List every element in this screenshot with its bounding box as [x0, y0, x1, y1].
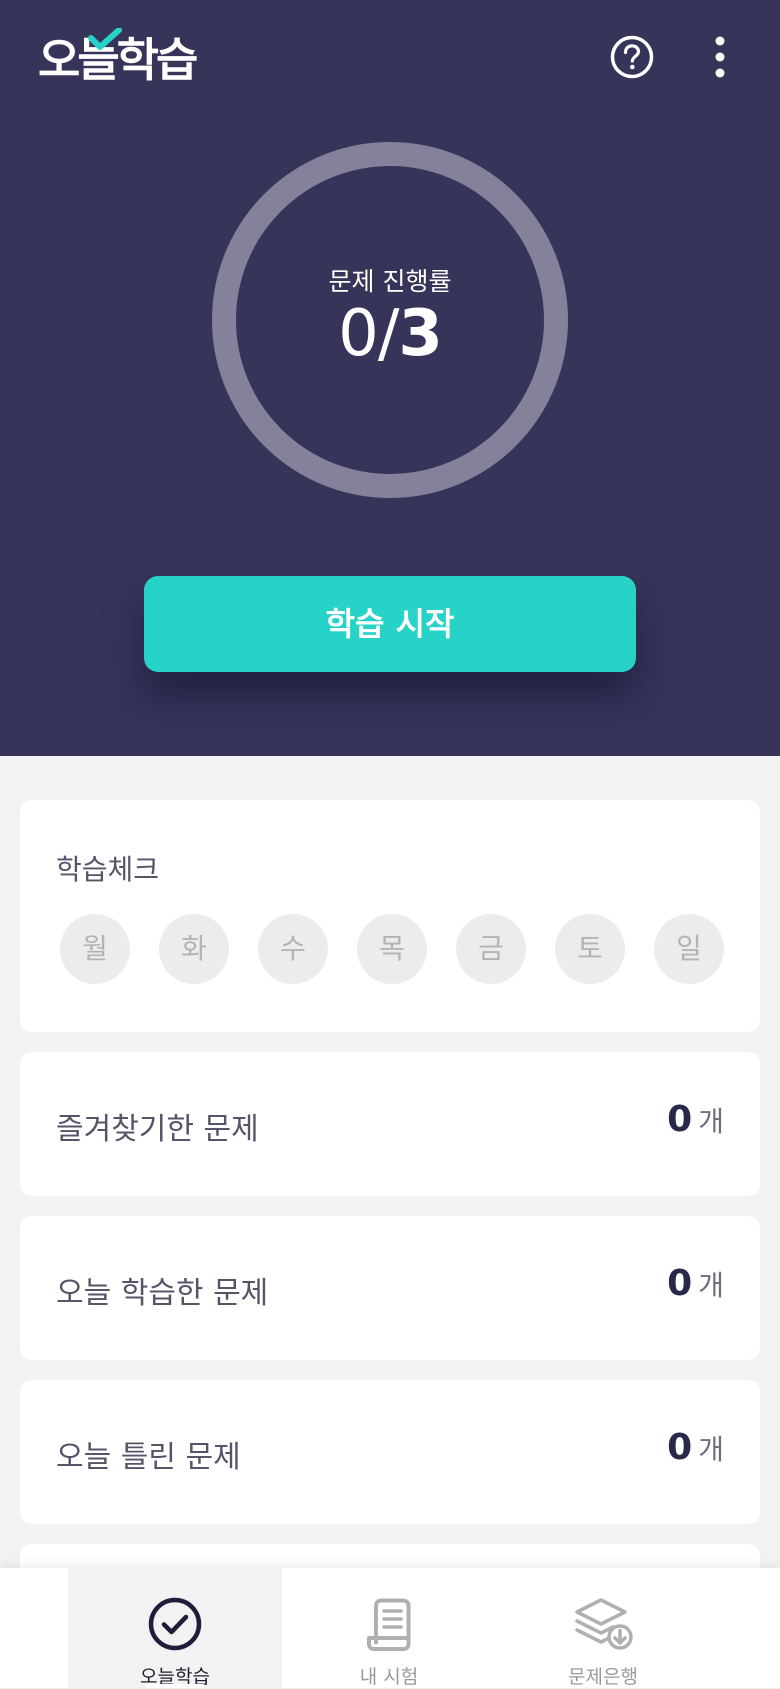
studied-today-count-unit: 개 — [698, 1269, 724, 1302]
day-sunday: 일 — [654, 914, 724, 984]
wrong-today-count-unit: 개 — [698, 1433, 724, 1466]
vertical-dots-icon — [715, 36, 725, 78]
studied-today-count: 0개 — [667, 1262, 724, 1306]
favorites-label: 즐겨찾기한 문제 — [56, 1112, 259, 1147]
favorites-count-unit: 개 — [698, 1105, 724, 1138]
nav-today-study[interactable]: 오늘학습 — [68, 1568, 282, 1688]
progress-total: 3 — [398, 297, 443, 371]
studied-today-card[interactable]: 오늘 학습한 문제 0개 — [20, 1216, 760, 1360]
favorites-count-value: 0 — [667, 1099, 693, 1140]
nav-my-exam-label: 내 시험 — [359, 1666, 419, 1688]
progress-done: 0 — [338, 297, 379, 371]
wrong-today-count-value: 0 — [667, 1427, 693, 1468]
progress-separator: / — [377, 297, 400, 371]
layers-download-icon — [575, 1598, 633, 1650]
help-button[interactable] — [610, 35, 654, 79]
progress-value: 0/3 — [212, 302, 568, 366]
nav-my-exam[interactable]: 내 시험 — [282, 1568, 496, 1688]
wrong-today-label: 오늘 틀린 문제 — [56, 1440, 241, 1475]
studied-today-label: 오늘 학습한 문제 — [56, 1276, 269, 1311]
hero-section: 오늘학습 문제 진행률 0/3 학습 시작 — [0, 0, 780, 756]
day-tuesday: 화 — [159, 914, 229, 984]
nav-question-bank[interactable]: 문제은행 — [496, 1568, 710, 1688]
wrong-today-card[interactable]: 오늘 틀린 문제 0개 — [20, 1380, 760, 1524]
favorites-count: 0개 — [667, 1098, 724, 1142]
nav-question-bank-label: 문제은행 — [568, 1666, 638, 1688]
day-thursday: 목 — [357, 914, 427, 984]
bottom-navigation: 오늘학습 내 시험 문제은행 — [0, 1568, 780, 1688]
study-check-card: 학습체크 월 화 수 목 금 토 일 — [20, 800, 760, 1032]
day-wednesday: 수 — [258, 914, 328, 984]
favorites-card[interactable]: 즐겨찾기한 문제 0개 — [20, 1052, 760, 1196]
day-monday: 월 — [60, 914, 130, 984]
wrong-today-count: 0개 — [667, 1426, 724, 1470]
progress-ring: 문제 진행률 0/3 — [212, 142, 568, 498]
start-study-button[interactable]: 학습 시작 — [144, 576, 636, 672]
study-check-title: 학습체크 — [56, 853, 160, 886]
progress-label: 문제 진행률 — [328, 267, 452, 296]
day-friday: 금 — [456, 914, 526, 984]
weekday-row: 월 화 수 목 금 토 일 — [60, 914, 728, 984]
question-circle-icon — [610, 35, 654, 79]
active-indicator — [146, 1684, 204, 1688]
check-circle-icon — [148, 1597, 202, 1651]
app-logo: 오늘학습 — [38, 28, 198, 90]
scroll-document-icon — [367, 1598, 411, 1651]
studied-today-count-value: 0 — [667, 1263, 693, 1304]
day-saturday: 토 — [555, 914, 625, 984]
logo-check-icon — [88, 28, 122, 50]
more-options-button[interactable] — [700, 33, 740, 81]
